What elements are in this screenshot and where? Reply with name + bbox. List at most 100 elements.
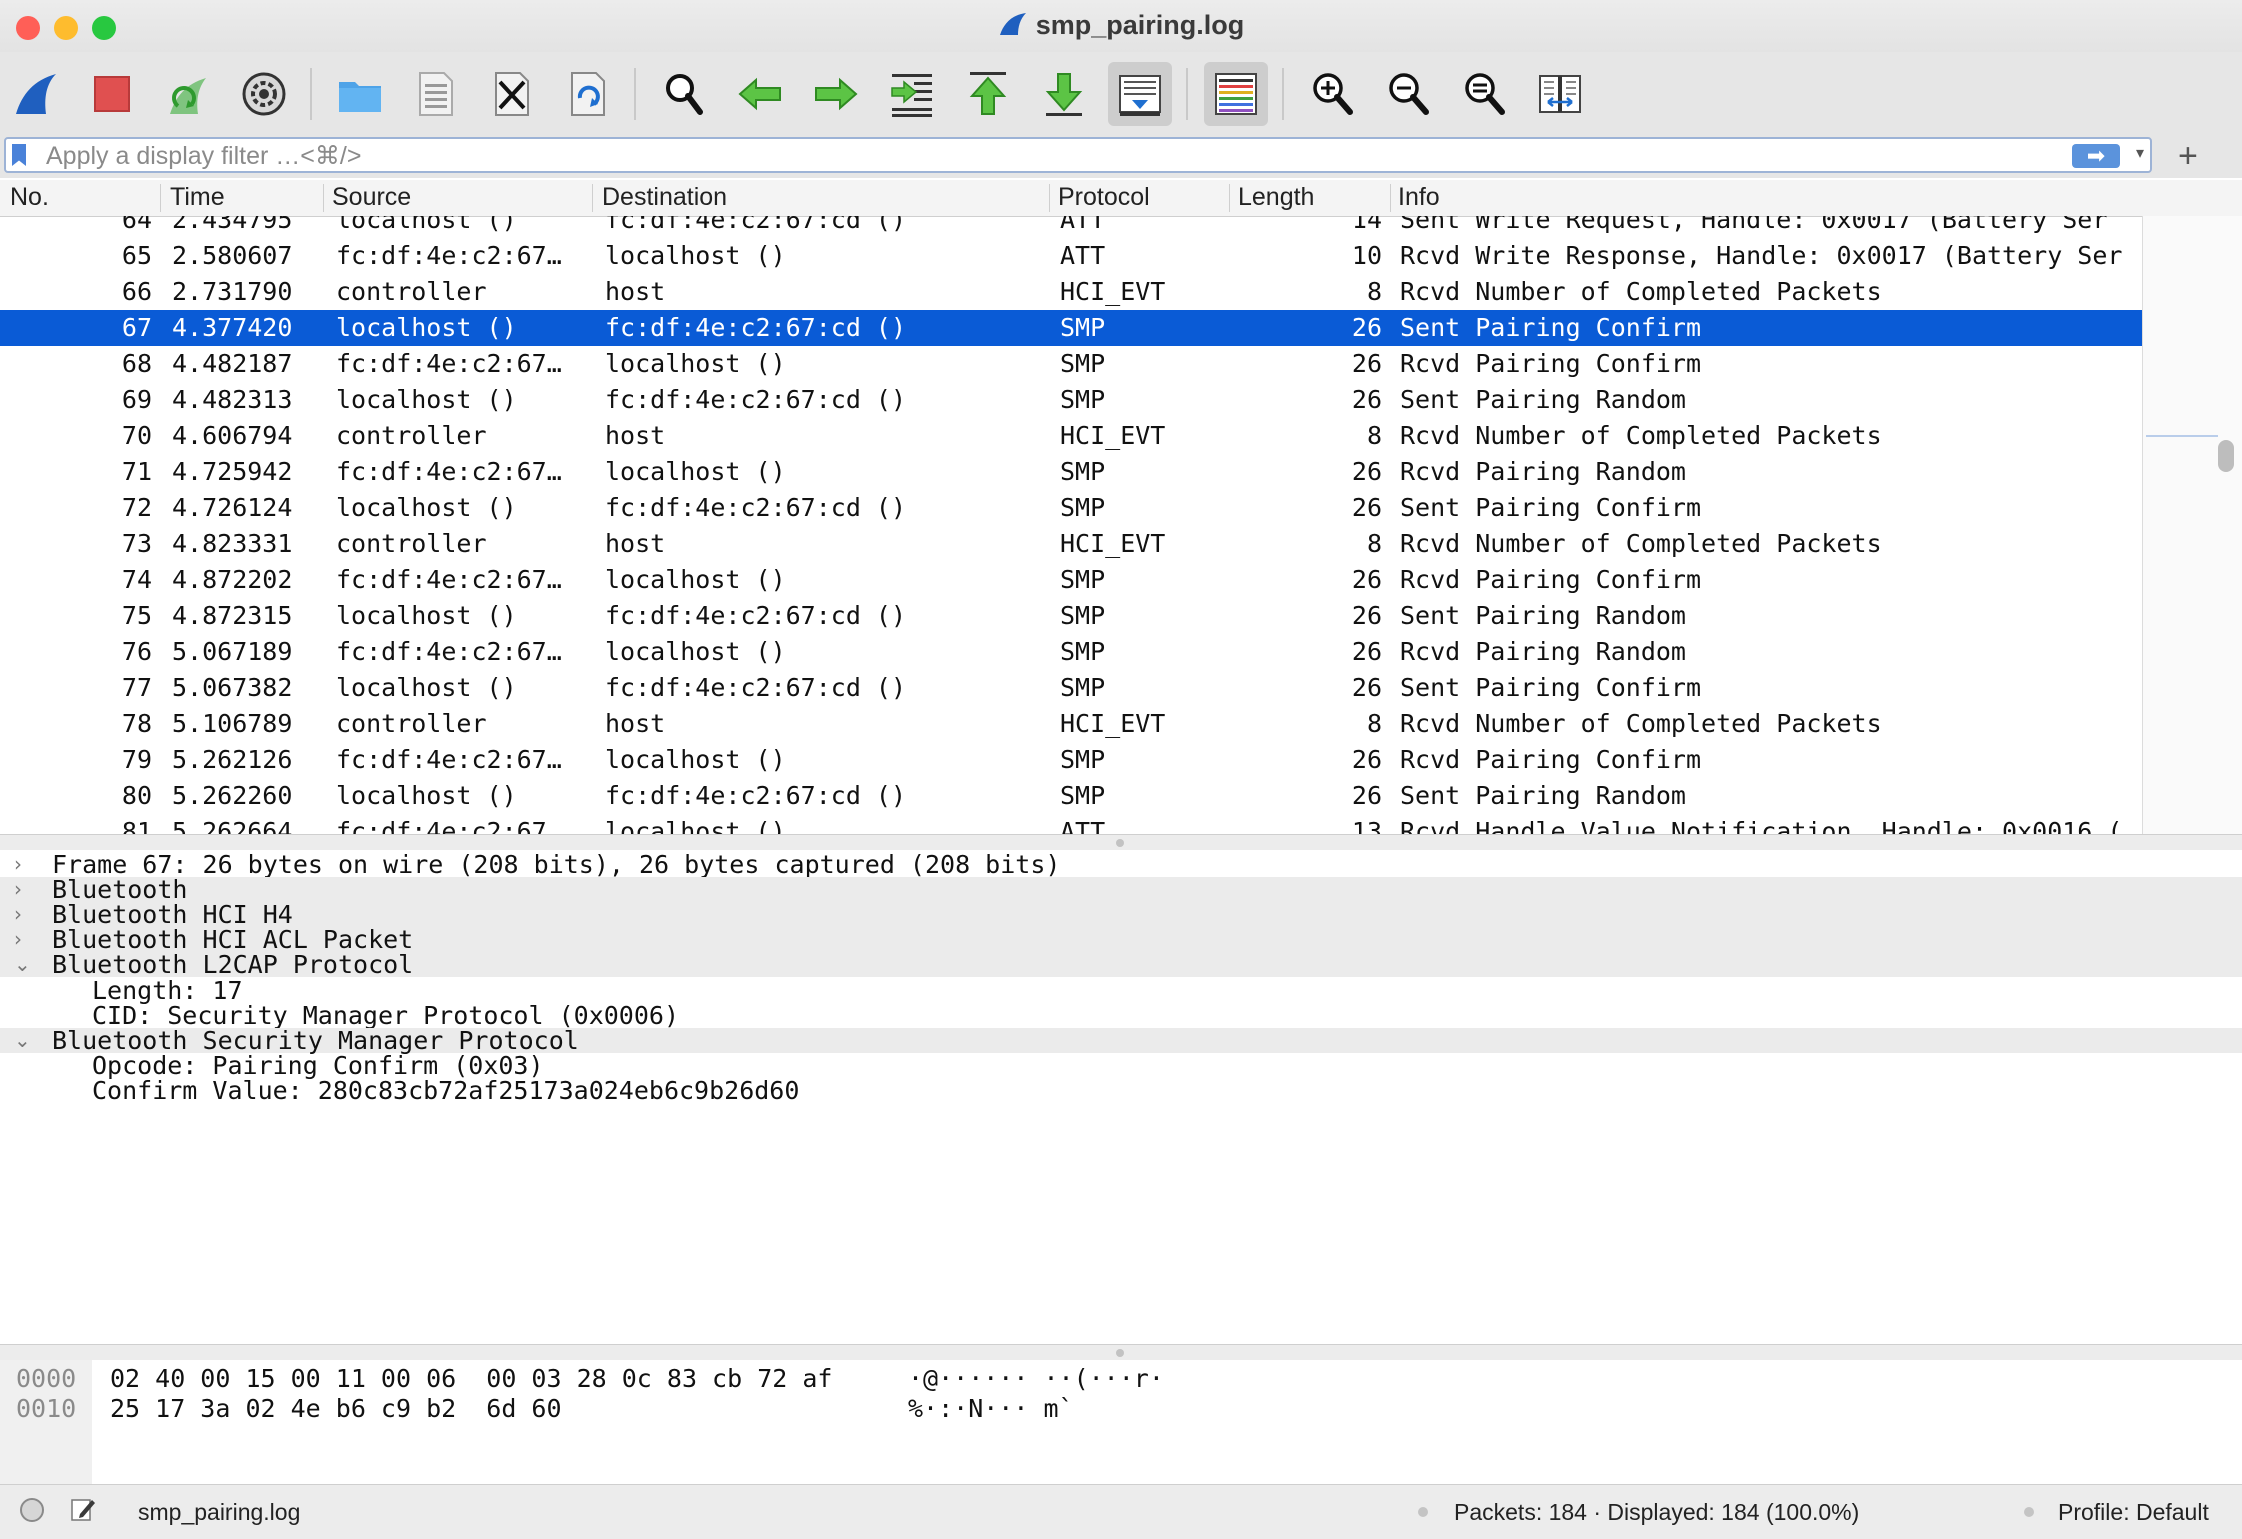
arrow-right-icon xyxy=(815,77,858,111)
table-row[interactable]: 69 4.482313 localhost () fc:df:4e:c2:67:cd … xyxy=(0,382,2142,418)
table-row[interactable]: 73 4.823331 controller host HCI_EVT 8 Rcvd Num… xyxy=(0,526,2142,562)
autoscroll-button[interactable] xyxy=(1108,62,1172,126)
bytes-hex[interactable]: 25 17 3a 02 4e b6 c9 b2 6d 60 xyxy=(110,1394,562,1424)
expand-chevron-icon[interactable]: › xyxy=(14,852,34,877)
bookmark-icon[interactable] xyxy=(12,144,26,166)
detail-tree-row[interactable]: ⌄ Bluetooth L2CAP Protocol xyxy=(0,952,2242,978)
capture-options-button[interactable] xyxy=(232,62,296,126)
stop-capture-button[interactable] xyxy=(80,62,144,126)
cell-no: 68 xyxy=(121,349,152,378)
cell-protocol: SMP xyxy=(1060,745,1106,774)
table-row[interactable]: 78 5.106789 controller host HCI_EVT 8 Rcvd Num… xyxy=(0,706,2142,742)
resize-columns-button[interactable] xyxy=(1528,62,1592,126)
table-row[interactable]: 72 4.726124 localhost () fc:df:4e:c2:67:cd … xyxy=(0,490,2142,526)
go-to-packet-button[interactable] xyxy=(880,62,944,126)
apply-filter-button[interactable]: ➡ xyxy=(2072,144,2120,168)
column-header-destination[interactable]: Destination xyxy=(602,183,727,212)
table-row[interactable]: 77 5.067382 localhost () fc:df:4e:c2:67:cd … xyxy=(0,670,2142,706)
table-row[interactable]: 81 5.262664 fc:df:4e:c2:67… localhost () ATT… xyxy=(0,814,2142,834)
column-header-length[interactable]: Length xyxy=(1238,183,1314,212)
capture-comment-button[interactable] xyxy=(68,1494,98,1530)
go-last-packet-button[interactable] xyxy=(1032,62,1096,126)
cell-source: localhost () xyxy=(336,673,517,702)
cell-info: Sent Pairing Random xyxy=(1400,601,1686,630)
restart-capture-button[interactable] xyxy=(156,62,220,126)
bytes-ascii[interactable]: ·@······ ··(···r· xyxy=(908,1364,1164,1394)
expand-chevron-icon[interactable]: › xyxy=(14,877,34,902)
go-first-packet-button[interactable] xyxy=(956,62,1020,126)
filter-bar: ➡ ▾ + xyxy=(0,134,2242,178)
table-row[interactable]: 80 5.262260 localhost () fc:df:4e:c2:67:cd … xyxy=(0,778,2142,814)
detail-tree-row[interactable]: › Bluetooth HCI H4 xyxy=(0,902,2242,928)
bytes-offset[interactable]: 0000 xyxy=(16,1364,76,1394)
packet-list-scrollbar-thumb[interactable] xyxy=(2218,440,2234,472)
detail-tree-row[interactable]: CID: Security Manager Protocol (0x0006) xyxy=(0,1003,2242,1028)
cell-no: 80 xyxy=(121,781,152,810)
bytes-ascii[interactable]: %·:·N··· m` xyxy=(908,1394,1074,1424)
display-filter-input[interactable] xyxy=(44,141,2048,171)
cell-info: Rcvd Pairing Random xyxy=(1400,457,1686,486)
column-header-time[interactable]: Time xyxy=(170,183,225,212)
column-header-no[interactable]: No. xyxy=(10,183,49,212)
cell-protocol: HCI_EVT xyxy=(1060,421,1166,450)
find-packet-button[interactable] xyxy=(652,62,716,126)
table-row[interactable]: 65 2.580607 fc:df:4e:c2:67… localhost () ATT… xyxy=(0,238,2142,274)
save-file-button[interactable] xyxy=(404,62,468,126)
detail-tree-row[interactable]: › Frame 67: 26 bytes on wire (208 bits), … xyxy=(0,852,2242,877)
zoom-in-button[interactable] xyxy=(1300,62,1364,126)
column-header-protocol[interactable]: Protocol xyxy=(1058,183,1150,212)
column-header-source[interactable]: Source xyxy=(332,183,411,212)
reload-file-button[interactable] xyxy=(556,62,620,126)
packet-list-minimap[interactable] xyxy=(2142,216,2242,834)
table-row[interactable]: 71 4.725942 fc:df:4e:c2:67… localhost () SMP… xyxy=(0,454,2142,490)
table-row[interactable]: 75 4.872315 localhost () fc:df:4e:c2:67:cd … xyxy=(0,598,2142,634)
detail-tree-row[interactable]: › Bluetooth HCI ACL Packet xyxy=(0,927,2242,953)
cell-length: 14 xyxy=(1351,216,1382,234)
cell-destination: localhost () xyxy=(605,745,786,774)
cell-no: 67 xyxy=(121,313,152,342)
cell-time: 5.067189 xyxy=(172,637,293,666)
add-filter-button[interactable]: + xyxy=(2178,134,2198,178)
collapse-chevron-icon[interactable]: ⌄ xyxy=(14,1028,34,1053)
open-file-button[interactable] xyxy=(328,62,392,126)
detail-tree-row[interactable]: Length: 17 xyxy=(0,978,2242,1003)
colorize-button[interactable] xyxy=(1204,62,1268,126)
cell-length: 10 xyxy=(1351,241,1382,270)
go-forward-button[interactable] xyxy=(804,62,868,126)
column-header-info[interactable]: Info xyxy=(1398,183,1440,212)
table-row[interactable]: 70 4.606794 controller host HCI_EVT 8 Rcvd Num… xyxy=(0,418,2142,454)
table-row[interactable]: 74 4.872202 fc:df:4e:c2:67… localhost () SMP… xyxy=(0,562,2142,598)
zoom-out-button[interactable] xyxy=(1376,62,1440,126)
detail-tree-row[interactable]: › Bluetooth xyxy=(0,877,2242,903)
table-row-selected[interactable]: 67 4.377420 localhost () fc:df:4e:c2:67:cd … xyxy=(0,310,2142,346)
table-row[interactable]: 68 4.482187 fc:df:4e:c2:67… localhost () SMP… xyxy=(0,346,2142,382)
expand-chevron-icon[interactable]: › xyxy=(14,927,34,952)
start-capture-button[interactable] xyxy=(4,62,68,126)
status-profile[interactable]: Profile: Default xyxy=(2058,1499,2209,1526)
go-back-button[interactable] xyxy=(728,62,792,126)
table-row[interactable]: 79 5.262126 fc:df:4e:c2:67… localhost () SMP… xyxy=(0,742,2142,778)
cell-source: fc:df:4e:c2:67… xyxy=(336,817,562,834)
cell-protocol: SMP xyxy=(1060,385,1106,414)
expand-chevron-icon[interactable]: › xyxy=(14,902,34,927)
normal-size-button[interactable] xyxy=(1452,62,1516,126)
detail-tree-row[interactable]: ⌄ Bluetooth Security Manager Protocol xyxy=(0,1027,2242,1053)
table-row[interactable]: 76 5.067189 fc:df:4e:c2:67… localhost () SMP… xyxy=(0,634,2142,670)
bytes-hex[interactable]: 02 40 00 15 00 11 00 06 00 03 28 0c 83 c… xyxy=(110,1364,832,1394)
colorize-lines-icon xyxy=(1215,73,1257,115)
close-file-icon xyxy=(495,72,529,116)
detail-tree-row[interactable]: Opcode: Pairing Confirm (0x03) xyxy=(0,1053,2242,1078)
collapse-chevron-icon[interactable]: ⌄ xyxy=(14,952,34,977)
zoom-out-icon xyxy=(1389,73,1429,115)
cell-destination: localhost () xyxy=(605,565,786,594)
cell-info: Sent Pairing Confirm xyxy=(1400,313,1702,342)
close-file-button[interactable] xyxy=(480,62,544,126)
magnifier-icon xyxy=(666,74,703,115)
table-row[interactable]: 66 2.731790 controller host HCI_EVT 8 Rcvd Num… xyxy=(0,274,2142,310)
bytes-offset[interactable]: 0010 xyxy=(16,1394,76,1424)
expert-info-indicator[interactable] xyxy=(18,1496,46,1530)
filter-dropdown-chevron-icon[interactable]: ▾ xyxy=(2136,143,2144,163)
table-row[interactable]: 64 2.434795 localhost () fc:df:4e:c2:67:cd … xyxy=(0,216,2142,238)
detail-tree-row[interactable]: Confirm Value: 280c83cb72af25173a024eb6c… xyxy=(0,1078,2242,1103)
cell-time: 2.731790 xyxy=(172,277,293,306)
